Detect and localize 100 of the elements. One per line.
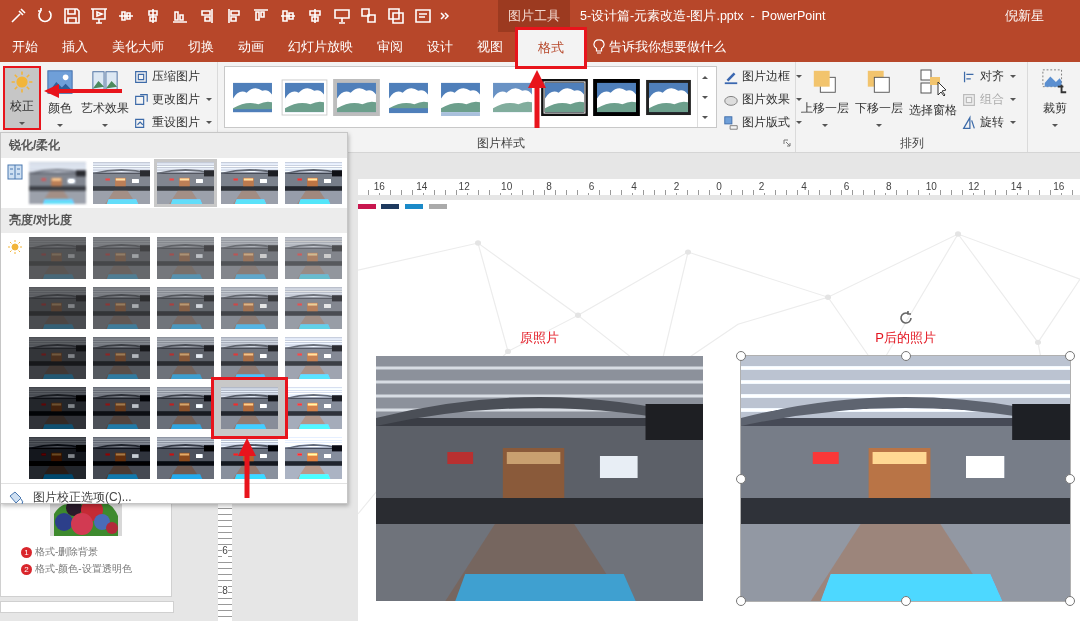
ruler-label: 6: [587, 181, 596, 193]
correction-option[interactable]: [221, 337, 278, 379]
correction-option[interactable]: [285, 287, 342, 329]
ruler-label: 4: [800, 181, 808, 193]
correction-option[interactable]: [285, 387, 342, 429]
layout-icon: [723, 114, 739, 131]
lightbulb-icon: [593, 39, 605, 55]
correction-option[interactable]: [285, 337, 342, 379]
ruler-label: 14: [1009, 181, 1023, 193]
ribbon-button[interactable]: 对齐: [961, 66, 1019, 87]
arrange-tool-icon: [961, 91, 977, 108]
resize-handle[interactable]: [900, 596, 911, 606]
arrange-icon[interactable]: [359, 6, 379, 26]
scroll-up-icon[interactable]: [702, 75, 708, 79]
thumbnail-caption: 格式-颜色-设置透明色: [35, 562, 132, 576]
ruler-label: 4: [630, 181, 638, 193]
resize-handle[interactable]: [736, 473, 746, 484]
correction-option[interactable]: [221, 162, 278, 204]
caret-icon: [206, 98, 212, 101]
caret-icon: [822, 124, 828, 127]
ribbon-tab[interactable]: 格式: [515, 27, 587, 69]
user-name[interactable]: 倪新星: [1005, 0, 1080, 32]
caret-icon: [1010, 121, 1016, 124]
correction-option[interactable]: [157, 387, 214, 429]
correction-option[interactable]: [211, 377, 288, 439]
ruler-label: 0: [715, 181, 723, 193]
caret-icon: [702, 115, 708, 119]
panel-icon[interactable]: [413, 6, 433, 26]
ribbon-tab[interactable]: 插入: [50, 32, 100, 62]
resize-handle[interactable]: [900, 351, 911, 361]
ribbon-tab[interactable]: 开始: [0, 32, 50, 62]
group-label: 排列: [898, 135, 925, 151]
picture-style-icon[interactable]: [645, 78, 692, 116]
group-label: 图片样式: [475, 135, 526, 151]
picture-style-icon[interactable]: [593, 78, 640, 116]
presentation-icon[interactable]: [89, 6, 109, 26]
correction-option[interactable]: [93, 437, 150, 479]
ribbon-tab[interactable]: 美化大师: [100, 32, 176, 62]
resize-handle[interactable]: [1065, 596, 1075, 606]
ribbon-button[interactable]: 选择窗格: [907, 66, 959, 130]
ruler-label: 6: [222, 545, 228, 557]
resize-handle[interactable]: [1065, 351, 1075, 361]
ruler-label: 16: [1052, 181, 1066, 193]
save-icon[interactable]: [62, 6, 82, 26]
rotate-handle-icon[interactable]: [897, 310, 914, 326]
thumbnail-caption: 格式-删除背景: [35, 545, 99, 559]
correction-option[interactable]: [157, 437, 214, 479]
ribbon-tab[interactable]: 视图: [465, 32, 515, 62]
ribbon-tab[interactable]: 设计: [415, 32, 465, 62]
ribbon-button[interactable]: 更改图片: [133, 89, 215, 110]
ribbon-tab[interactable]: 切换: [176, 32, 226, 62]
ribbon-tab[interactable]: 审阅: [365, 32, 415, 62]
ruler-label: 10: [500, 181, 514, 193]
ribbon-tab[interactable]: 动画: [226, 32, 276, 62]
correction-option[interactable]: [29, 162, 86, 204]
ruler-label: 12: [457, 181, 471, 193]
caret-icon: [1052, 124, 1058, 127]
caret-icon: [102, 124, 108, 127]
ruler-label: 8: [885, 181, 893, 193]
ribbon-button[interactable]: 压缩图片: [133, 66, 215, 87]
picture-tool-icon: [133, 91, 149, 108]
photo-caption: 原照片: [520, 330, 559, 346]
ribbon-tab[interactable]: 幻灯片放映: [276, 32, 365, 62]
step-number: 1: [21, 546, 32, 558]
correction-option[interactable]: [93, 162, 150, 204]
resize-handle[interactable]: [1065, 473, 1075, 484]
ruler-label: 8: [545, 181, 553, 193]
arrange-tool-icon: [961, 114, 977, 131]
correction-option[interactable]: [285, 162, 342, 204]
tell-me-search[interactable]: 告诉我你想要做什么: [593, 38, 726, 56]
ribbon-button[interactable]: 旋转: [961, 112, 1019, 133]
correction-option[interactable]: [154, 159, 217, 207]
caret-icon: [57, 124, 63, 127]
caret-icon: [796, 98, 802, 101]
ribbon-button[interactable]: 重设图片: [133, 112, 215, 133]
correction-option[interactable]: [93, 387, 150, 429]
arrange-icon[interactable]: [386, 6, 406, 26]
ribbon-button[interactable]: 艺术效果: [79, 66, 131, 130]
picture-style-icon[interactable]: [541, 78, 588, 116]
paint-bucket-icon: [7, 489, 25, 506]
resize-handle[interactable]: [736, 351, 746, 361]
caret-icon: [1010, 98, 1016, 101]
pointer-arrow: [237, 438, 257, 498]
caret-icon: [206, 121, 212, 124]
slide-thumbnail[interactable]: [0, 601, 174, 613]
ribbon-button[interactable]: 校正: [3, 66, 41, 130]
photo-caption: P后的照片: [875, 330, 936, 346]
correction-option[interactable]: [221, 287, 278, 329]
ribbon-button[interactable]: 裁剪: [1038, 66, 1072, 130]
section-header: 亮度/对比度: [1, 208, 347, 233]
projector-icon[interactable]: [332, 6, 352, 26]
menu-item[interactable]: 图片校正选项(C)...: [1, 483, 347, 511]
correction-option[interactable]: [157, 337, 214, 379]
ribbon-button[interactable]: 下移一层: [853, 66, 905, 130]
ruler-label: 16: [372, 181, 386, 193]
ruler-label: 6: [842, 181, 851, 193]
picture-style-gallery[interactable]: [224, 66, 717, 128]
dialog-launcher-icon[interactable]: [783, 139, 791, 147]
resize-handle[interactable]: [736, 596, 746, 606]
correction-option[interactable]: [285, 437, 342, 479]
